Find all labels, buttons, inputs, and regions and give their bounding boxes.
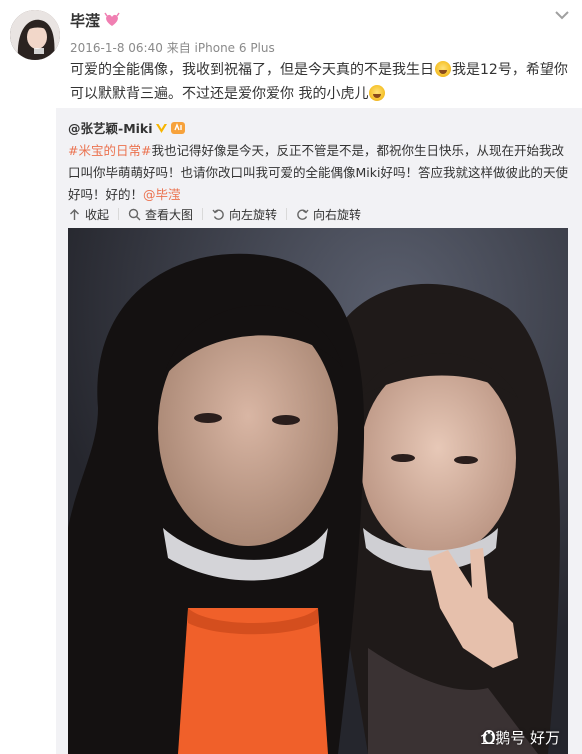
toolbar-divider	[286, 208, 288, 220]
toolbar-divider	[118, 208, 120, 220]
repost-author[interactable]: @张艺颖-Miki	[68, 121, 153, 136]
collapse-up-icon	[70, 208, 79, 220]
penguin-logo-icon	[483, 730, 496, 744]
rotate-left-label: 向左旋转	[229, 207, 278, 222]
source-prefix: 来自	[166, 41, 191, 55]
view-large-label: 查看大图	[145, 207, 194, 222]
member-badge-icon	[170, 122, 185, 134]
rotate-left-button[interactable]: 向左旋转	[212, 206, 277, 223]
reposted-weibo: @张艺颖-Miki #米宝的日常#我也记得好像是今天，反正不管是不是，都祝你生日…	[56, 108, 582, 754]
chevron-down-icon[interactable]	[553, 8, 571, 22]
weibo-post: 毕滢 2016-1-8 06:40 来自 iPhone 6 Plus 可爱的全能…	[0, 0, 582, 108]
post-content: 可爱的全能偶像，我收到祝福了，但是今天真的不是我生日 我是12号，希望你可以默默背…	[70, 58, 570, 106]
heart-badge-icon	[104, 12, 120, 26]
repost-content: @张艺颖-Miki #米宝的日常#我也记得好像是今天，反正不管是不是，都祝你生日…	[68, 118, 568, 206]
photo-watermark: 企鹅号 好万	[480, 727, 560, 748]
rotate-right-label: 向右旋转	[313, 207, 362, 222]
post-meta: 2016-1-8 06:40 来自 iPhone 6 Plus	[70, 39, 275, 56]
smile-emoji-icon	[369, 85, 386, 101]
mention-link[interactable]: @毕滢	[143, 187, 181, 202]
rotate-left-icon	[212, 209, 224, 220]
selfie-photo	[68, 228, 568, 754]
post-photo[interactable]: 企鹅号 好万	[68, 228, 568, 754]
collapse-label: 收起	[85, 207, 110, 222]
rotate-right-icon	[297, 209, 309, 220]
magnifier-icon	[128, 208, 141, 220]
username[interactable]: 毕滢	[70, 10, 100, 31]
post-timestamp[interactable]: 2016-1-8 06:40	[70, 41, 163, 55]
post-text-part1: 可爱的全能偶像，我收到祝福了，但是今天真的不是我生日	[70, 62, 434, 78]
post-source[interactable]: iPhone 6 Plus	[195, 41, 275, 55]
topic-link[interactable]: #米宝的日常#	[68, 143, 151, 158]
view-large-button[interactable]: 查看大图	[128, 206, 193, 223]
image-toolbar: 收起 查看大图 向左旋转 向右旋转	[68, 203, 361, 225]
user-avatar[interactable]	[10, 10, 60, 60]
toolbar-divider	[202, 208, 204, 220]
rotate-right-button[interactable]: 向右旋转	[296, 206, 361, 223]
collapse-button[interactable]: 收起	[68, 206, 109, 223]
avatar-photo	[10, 10, 60, 60]
verified-v-icon	[155, 124, 167, 133]
laugh-emoji-icon	[435, 61, 451, 77]
